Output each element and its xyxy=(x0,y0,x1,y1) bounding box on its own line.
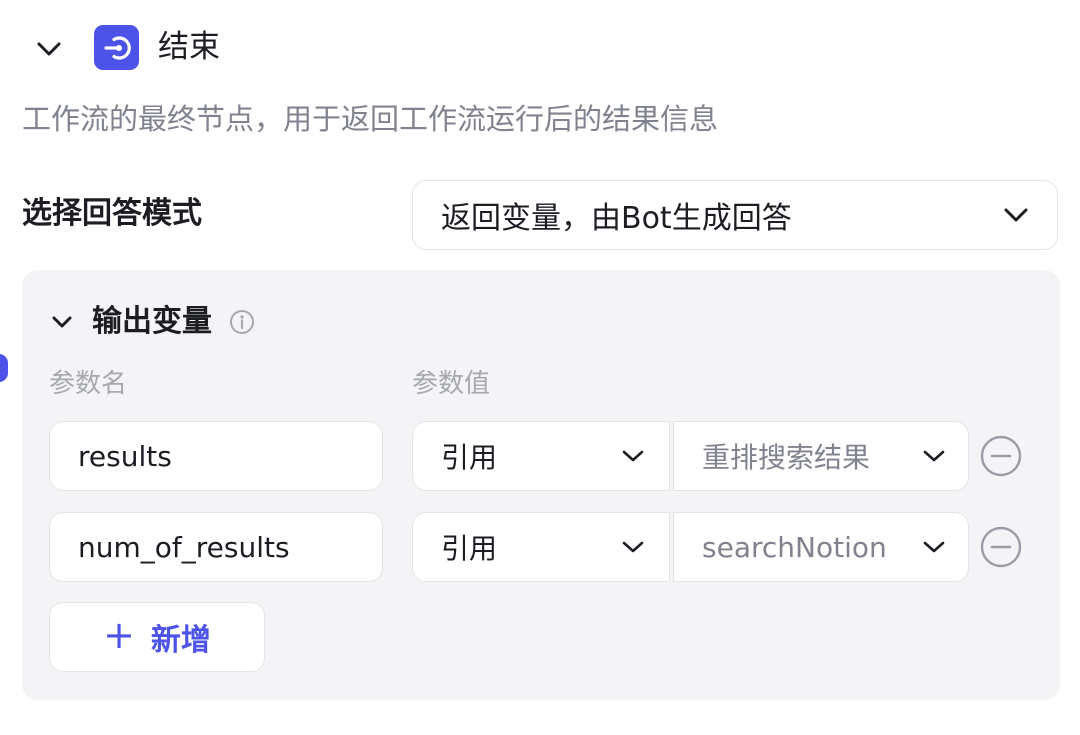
param-type-select[interactable]: 引用 xyxy=(412,421,670,491)
param-ref-value: searchNotion xyxy=(702,530,887,564)
answer-mode-value: 返回变量，由Bot生成回答 xyxy=(441,201,792,236)
add-variable-label: 新增 xyxy=(150,623,211,658)
param-type-select[interactable]: 引用 xyxy=(412,512,670,582)
minus-circle-icon xyxy=(980,526,1022,568)
chevron-down-icon xyxy=(52,316,72,328)
chevron-down-icon xyxy=(923,450,945,462)
chevron-down-icon xyxy=(1004,208,1028,222)
collapse-node-button[interactable] xyxy=(34,34,64,64)
connection-port[interactable] xyxy=(0,354,8,382)
end-node-icon xyxy=(94,25,139,70)
chevron-down-icon xyxy=(37,42,61,56)
answer-mode-select[interactable]: 返回变量，由Bot生成回答 xyxy=(412,180,1058,250)
param-ref-select[interactable]: 重排搜索结果 xyxy=(673,421,969,491)
remove-row-button[interactable] xyxy=(979,525,1023,569)
collapse-output-button[interactable] xyxy=(48,308,76,336)
answer-mode-label: 选择回答模式 xyxy=(22,196,202,231)
column-header-name: 参数名 xyxy=(49,369,128,399)
chevron-down-icon xyxy=(622,450,644,462)
param-type-value: 引用 xyxy=(441,441,498,474)
param-name-input[interactable]: num_of_results xyxy=(49,512,383,582)
minus-circle-icon xyxy=(980,435,1022,477)
remove-row-button[interactable] xyxy=(979,434,1023,478)
chevron-down-icon xyxy=(923,541,945,553)
param-ref-value: 重排搜索结果 xyxy=(702,441,871,474)
param-ref-select[interactable]: searchNotion xyxy=(673,512,969,582)
info-icon[interactable] xyxy=(229,309,255,335)
column-header-value: 参数值 xyxy=(412,369,491,399)
param-name-input[interactable]: results xyxy=(49,421,383,491)
add-variable-button[interactable]: + 新增 xyxy=(49,602,265,672)
output-variables-title: 输出变量 xyxy=(92,304,212,339)
plus-icon: + xyxy=(103,613,135,657)
chevron-down-icon xyxy=(622,541,644,553)
node-description: 工作流的最终节点，用于返回工作流运行后的结果信息 xyxy=(22,102,719,136)
node-title: 结束 xyxy=(158,29,220,65)
param-type-value: 引用 xyxy=(441,532,498,565)
